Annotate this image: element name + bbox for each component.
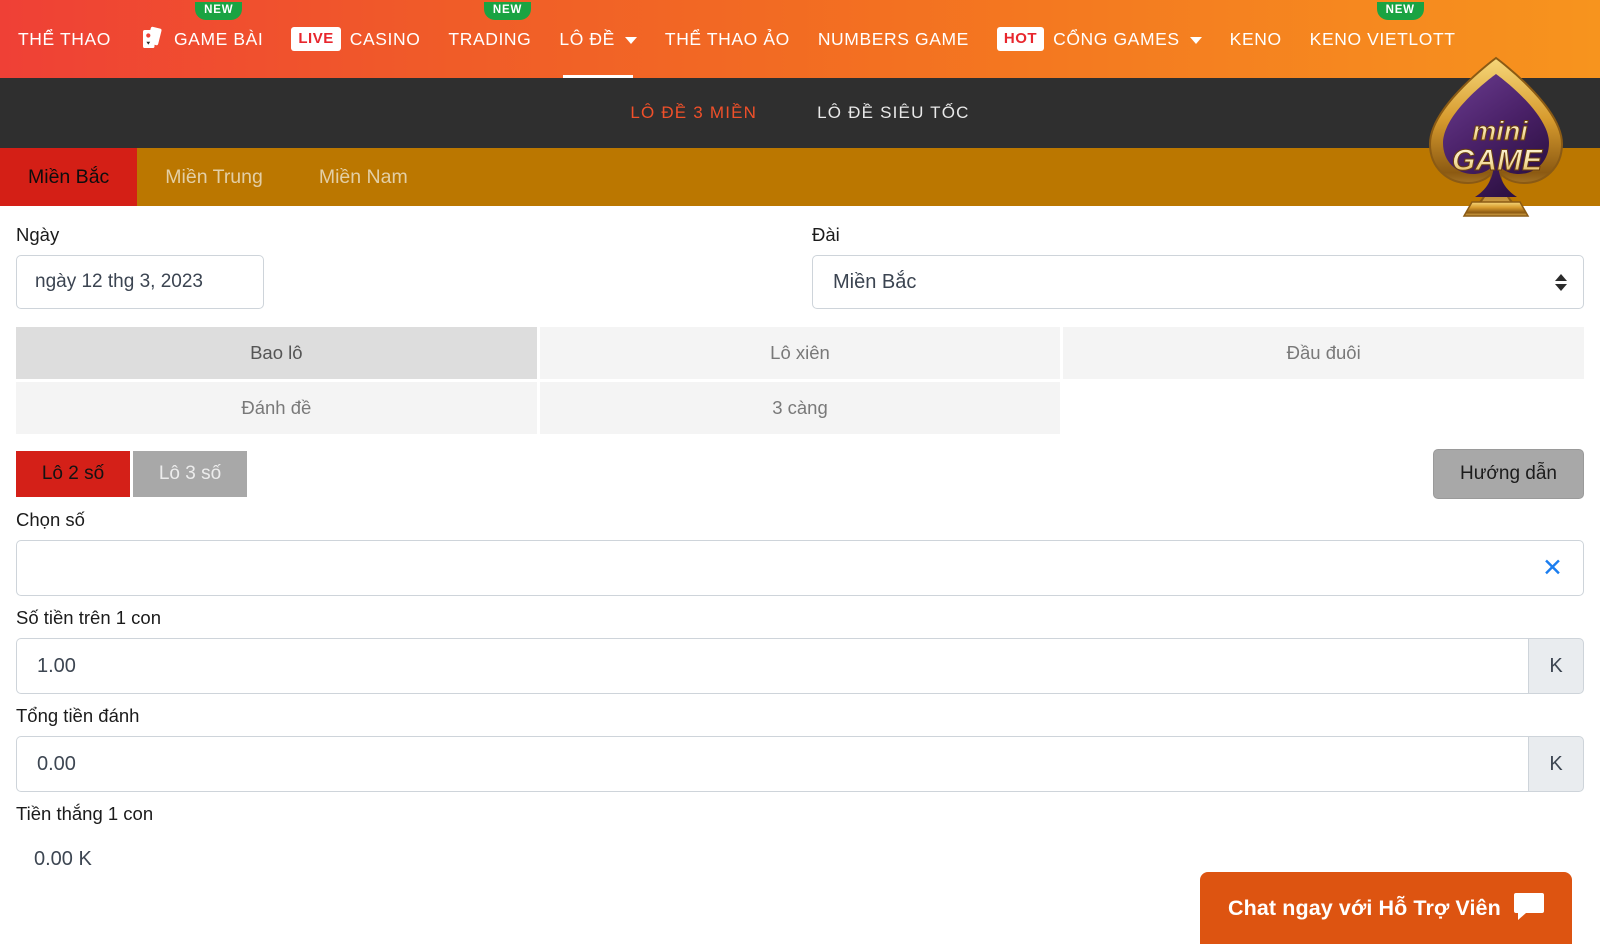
bet-form: Ngày ngày 12 thg 3, 2023 Đài Miền Bắc Ba… (0, 206, 1600, 871)
region-tab-mien-bac[interactable]: Miền Bắc (0, 148, 138, 206)
bet-type-label: Đầu đuôi (1286, 342, 1361, 363)
sub-bet-label: Lô 3 số (158, 463, 222, 484)
bet-type-danh-de[interactable]: Đánh đề (16, 382, 537, 434)
new-badge: NEW (483, 2, 532, 20)
bet-type-dau-duoi[interactable]: Đầu đuôi (1063, 327, 1584, 379)
chevron-down-icon (624, 37, 637, 44)
station-select[interactable]: Miền Bắc (812, 255, 1584, 309)
mini-game-line1: mini (1472, 116, 1528, 146)
chon-so-label: Chọn số (16, 509, 85, 530)
new-badge: NEW (1376, 2, 1424, 20)
nav-item-the-thao-ao[interactable]: THỂ THAO ẢO (651, 0, 804, 78)
bet-type-label: Bao lô (250, 342, 303, 363)
sub-bet-label: Lô 2 số (41, 463, 105, 484)
station-field-group: Đài Miền Bắc (800, 220, 1584, 309)
win-amount-value: 0.00 K (34, 848, 92, 870)
nav-item-game-bai[interactable]: NEW GAME BÀI (125, 0, 277, 78)
date-value: ngày 12 thg 3, 2023 (35, 271, 203, 292)
nav-label: TRADING (448, 28, 532, 49)
subnav-label: LÔ ĐỀ 3 MIỀN (630, 103, 758, 122)
sub-bet-group: Lô 2 số Lô 3 số (16, 451, 247, 497)
chat-label: Chat ngay với Hỗ Trợ Viên (1228, 895, 1501, 920)
amount-per-input[interactable]: 1.00 (16, 638, 1528, 694)
region-tab-mien-trung[interactable]: Miền Trung (137, 148, 291, 206)
bet-type-grid: Bao lô Lô xiên Đầu đuôi Đánh đề 3 càng (16, 327, 1584, 434)
station-label: Đài (812, 224, 840, 245)
nav-item-trading[interactable]: NEW TRADING (434, 0, 545, 78)
nav-label: NUMBERS GAME (817, 28, 969, 49)
subnav-item-lo-de-3-mien[interactable]: LÔ ĐỀ 3 MIỀN (626, 97, 761, 129)
sub-bet-lo-3-so[interactable]: Lô 3 số (133, 451, 247, 497)
total-amount-label: Tổng tiền đánh (16, 705, 140, 726)
nav-label: CỔNG GAMES (1053, 28, 1180, 49)
win-amount-label: Tiền thắng 1 con (16, 803, 154, 824)
sub-bet-lo-2-so[interactable]: Lô 2 số (16, 451, 130, 497)
nav-item-the-thao[interactable]: THỂ THAO (4, 0, 125, 78)
bet-type-empty-slot (1063, 382, 1584, 434)
spade-badge-icon: mini GAME (1428, 56, 1564, 217)
chon-so-input[interactable]: ✕ (16, 540, 1584, 596)
secondary-navigation: LÔ ĐỀ 3 MIỀN LÔ ĐỀ SIÊU TỐC (0, 78, 1600, 148)
date-station-row: Ngày ngày 12 thg 3, 2023 Đài Miền Bắc (16, 220, 1584, 309)
nav-item-live-casino[interactable]: LIVE CASINO (277, 0, 434, 78)
bet-type-lo-xien[interactable]: Lô xiên (539, 327, 1061, 379)
guide-button[interactable]: Hướng dẫn (1432, 449, 1584, 499)
date-label: Ngày (16, 224, 60, 245)
region-tab-bar: Miền Bắc Miền Trung Miền Nam (0, 148, 1600, 206)
amount-per-label: Số tiền trên 1 con (16, 607, 162, 628)
nav-label: CASINO (349, 28, 421, 49)
mini-game-badge[interactable]: mini GAME (1408, 50, 1584, 226)
chon-so-group: Chọn số ✕ (16, 509, 1584, 596)
win-amount-group: Tiền thắng 1 con 0.00 K (16, 803, 1584, 871)
primary-navigation: THỂ THAO NEW GAME BÀI LIVE CASINO NEW TR… (0, 0, 1600, 78)
nav-label: KENO (1229, 28, 1282, 49)
amount-per-input-group: 1.00 K (16, 638, 1584, 694)
sub-bet-row: Lô 2 số Lô 3 số Hướng dẫn (16, 449, 1584, 499)
nav-item-lo-de[interactable]: LÔ ĐỀ (545, 0, 651, 78)
bet-type-label: Lô xiên (770, 342, 830, 363)
bet-type-label: 3 càng (772, 397, 828, 418)
region-tab-label: Miền Nam (318, 165, 408, 188)
date-field-group: Ngày ngày 12 thg 3, 2023 (16, 220, 800, 309)
date-input[interactable]: ngày 12 thg 3, 2023 (16, 255, 264, 309)
total-amount-group: Tổng tiền đánh 0.00 K (16, 705, 1584, 792)
amount-per-value: 1.00 (37, 654, 76, 677)
amount-per-unit: K (1528, 638, 1584, 694)
chevron-down-icon (1189, 37, 1202, 44)
nav-item-cong-games[interactable]: HOT CỔNG GAMES (983, 0, 1216, 78)
subnav-item-lo-de-sieu-toc[interactable]: LÔ ĐỀ SIÊU TỐC (813, 97, 974, 129)
bet-type-bao-lo[interactable]: Bao lô (16, 327, 537, 379)
nav-label: LÔ ĐỀ (559, 28, 615, 49)
subnav-label: LÔ ĐỀ SIÊU TỐC (817, 103, 970, 122)
amount-per-group: Số tiền trên 1 con 1.00 K (16, 607, 1584, 694)
total-amount-input-group: 0.00 K (16, 736, 1584, 792)
live-tag: LIVE (291, 26, 341, 52)
chat-bubble-icon (1512, 889, 1546, 928)
hot-tag: HOT (996, 26, 1045, 52)
nav-label: THỂ THAO (18, 28, 111, 49)
nav-item-numbers-game[interactable]: NUMBERS GAME (804, 0, 983, 78)
region-tab-label: Miền Trung (165, 165, 263, 188)
clear-icon[interactable]: ✕ (1542, 555, 1563, 581)
total-amount-value: 0.00 (37, 752, 76, 775)
playing-cards-icon (139, 26, 165, 52)
region-tab-mien-nam[interactable]: Miền Nam (291, 148, 436, 206)
station-value: Miền Bắc (833, 270, 917, 293)
nav-label: THỂ THAO ẢO (664, 28, 790, 49)
nav-label: KENO VIETLOTT (1309, 28, 1456, 49)
select-arrows-icon (1555, 273, 1567, 291)
nav-label: GAME BÀI (173, 28, 264, 49)
region-tab-label: Miền Bắc (28, 165, 110, 188)
bet-type-3-cang[interactable]: 3 càng (539, 382, 1061, 434)
new-badge: NEW (195, 2, 243, 20)
total-amount-unit: K (1528, 736, 1584, 792)
chat-support-widget[interactable]: Chat ngay với Hỗ Trợ Viên (1200, 872, 1572, 944)
nav-item-keno[interactable]: KENO (1216, 0, 1296, 78)
total-amount-input[interactable]: 0.00 (16, 736, 1528, 792)
bet-type-label: Đánh đề (241, 397, 312, 418)
mini-game-line2: GAME (1452, 144, 1543, 177)
